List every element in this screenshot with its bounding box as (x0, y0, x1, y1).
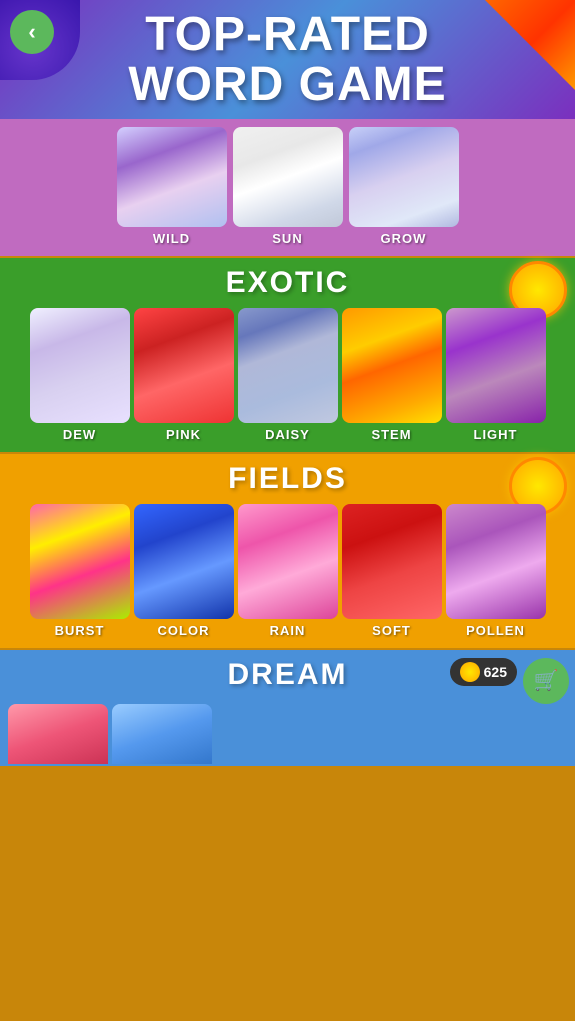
coins-badge: 625 (450, 658, 517, 686)
wild-flower-row: WILD SUN GROW (10, 127, 565, 246)
dream-header: DREAM 625 🛒 (8, 658, 567, 692)
banner-line1: TOP-RATED (145, 8, 430, 61)
fields-item-4[interactable]: POLLEN (446, 504, 546, 638)
banner-line2: WORD GAME (128, 58, 446, 111)
exotic-thumb-1 (134, 308, 234, 423)
wild-item-1[interactable]: SUN (233, 127, 343, 246)
fields-thumb-4 (446, 504, 546, 619)
exotic-thumb-0 (30, 308, 130, 423)
wild-section: WILD SUN GROW (0, 119, 575, 256)
fields-label-4: POLLEN (466, 623, 525, 638)
fields-item-0[interactable]: BURST (30, 504, 130, 638)
exotic-label-1: PINK (166, 427, 201, 442)
exotic-item-1[interactable]: PINK (134, 308, 234, 442)
cart-button[interactable]: 🛒 (523, 658, 569, 704)
fields-thumb-3 (342, 504, 442, 619)
fields-title: FIELDS (228, 462, 347, 496)
fields-label-0: BURST (55, 623, 105, 638)
exotic-label-3: STEM (371, 427, 411, 442)
fields-label-3: SOFT (372, 623, 411, 638)
exotic-flower-row: DEW PINK DAISY STEM LIGHT (8, 308, 567, 442)
exotic-item-4[interactable]: LIGHT (446, 308, 546, 442)
fields-item-2[interactable]: RAIN (238, 504, 338, 638)
fields-item-1[interactable]: COLOR (134, 504, 234, 638)
fields-thumb-0 (30, 504, 130, 619)
fields-label-2: RAIN (270, 623, 306, 638)
dream-title: DREAM (228, 658, 348, 692)
coins-value: 625 (484, 664, 507, 680)
wild-item-2[interactable]: GROW (349, 127, 459, 246)
fields-item-3[interactable]: SOFT (342, 504, 442, 638)
wild-item-0[interactable]: WILD (117, 127, 227, 246)
fields-flower-row: BURST COLOR RAIN SOFT POLLEN (8, 504, 567, 638)
exotic-thumb-2 (238, 308, 338, 423)
wild-label-1: SUN (272, 231, 302, 246)
exotic-thumb-4 (446, 308, 546, 423)
exotic-title: EXOTIC (226, 266, 350, 300)
fields-thumb-2 (238, 504, 338, 619)
dream-section: DREAM 625 🛒 (0, 650, 575, 766)
top-banner: ‹ TOP-RATED WORD GAME (0, 0, 575, 119)
back-button[interactable]: ‹ (10, 10, 54, 54)
wild-thumb-0 (117, 127, 227, 227)
coin-icon (460, 662, 480, 682)
wild-label-0: WILD (153, 231, 190, 246)
exotic-label-4: LIGHT (474, 427, 518, 442)
wild-thumb-1 (233, 127, 343, 227)
wild-thumb-2 (349, 127, 459, 227)
fields-header: FIELDS (8, 462, 567, 496)
fields-label-1: COLOR (158, 623, 210, 638)
dream-thumb-1[interactable] (112, 704, 212, 764)
exotic-section: EXOTIC DEW PINK DAISY STEM LIGHT (0, 258, 575, 452)
dream-flower-row (8, 700, 567, 764)
exotic-label-0: DEW (63, 427, 96, 442)
exotic-thumb-3 (342, 308, 442, 423)
wild-label-2: GROW (381, 231, 427, 246)
exotic-label-2: DAISY (265, 427, 310, 442)
exotic-item-0[interactable]: DEW (30, 308, 130, 442)
exotic-item-2[interactable]: DAISY (238, 308, 338, 442)
banner-title: TOP-RATED WORD GAME (0, 10, 575, 111)
exotic-item-3[interactable]: STEM (342, 308, 442, 442)
fields-thumb-1 (134, 504, 234, 619)
dream-thumb-0[interactable] (8, 704, 108, 764)
exotic-header: EXOTIC (8, 266, 567, 300)
fields-section: FIELDS BURST COLOR RAIN SOFT POLLEN (0, 454, 575, 648)
